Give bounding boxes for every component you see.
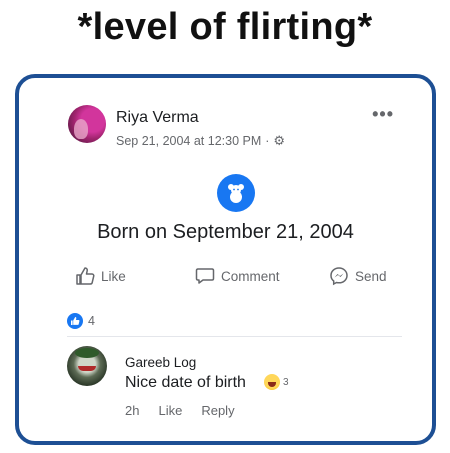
comment-reaction-count: 3: [283, 376, 289, 388]
life-event-text: Born on September 21, 2004: [97, 221, 354, 243]
post-actions-bar: Like Comment Send: [75, 266, 405, 292]
send-button[interactable]: Send: [329, 266, 387, 286]
comment-like-button[interactable]: Like: [158, 403, 182, 418]
comment-reply-button[interactable]: Reply: [201, 403, 234, 418]
comment-reaction[interactable]: 3: [264, 374, 289, 390]
post-timestamp[interactable]: Sep 21, 2004 at 12:30 PM: [116, 134, 261, 148]
speech-bubble-icon: [195, 268, 215, 284]
like-reaction-icon: [67, 313, 83, 329]
post-author-name[interactable]: Riya Verma: [116, 109, 199, 127]
comment-button[interactable]: Comment: [195, 266, 280, 286]
meme-caption: *level of flirting*: [77, 6, 373, 48]
reaction-summary[interactable]: 4: [67, 313, 95, 329]
haha-emoji-icon: [264, 374, 280, 390]
facebook-post-card: Riya Verma Sep 21, 2004 at 12:30 PM · ⚙ …: [15, 74, 436, 445]
divider: [67, 336, 402, 337]
comment-meta: 2h Like Reply: [125, 403, 235, 418]
comment-author-name[interactable]: Gareeb Log: [125, 355, 196, 370]
comment-time: 2h: [125, 403, 140, 418]
comment-label: Comment: [221, 268, 280, 284]
send-label: Send: [355, 268, 387, 284]
messenger-icon: [330, 267, 348, 286]
reaction-count: 4: [88, 314, 95, 328]
more-options-button[interactable]: •••: [372, 104, 394, 125]
like-label: Like: [101, 268, 126, 284]
commenter-avatar[interactable]: [67, 346, 107, 386]
teddy-bear-icon: [217, 174, 255, 212]
post-meta: Sep 21, 2004 at 12:30 PM · ⚙: [116, 133, 285, 149]
meta-separator: ·: [265, 134, 270, 148]
comment-text: Nice date of birth: [125, 374, 246, 391]
gear-icon[interactable]: ⚙: [273, 133, 285, 149]
avatar[interactable]: [68, 105, 106, 143]
thumbs-up-icon: [76, 267, 95, 285]
like-button[interactable]: Like: [75, 266, 126, 286]
